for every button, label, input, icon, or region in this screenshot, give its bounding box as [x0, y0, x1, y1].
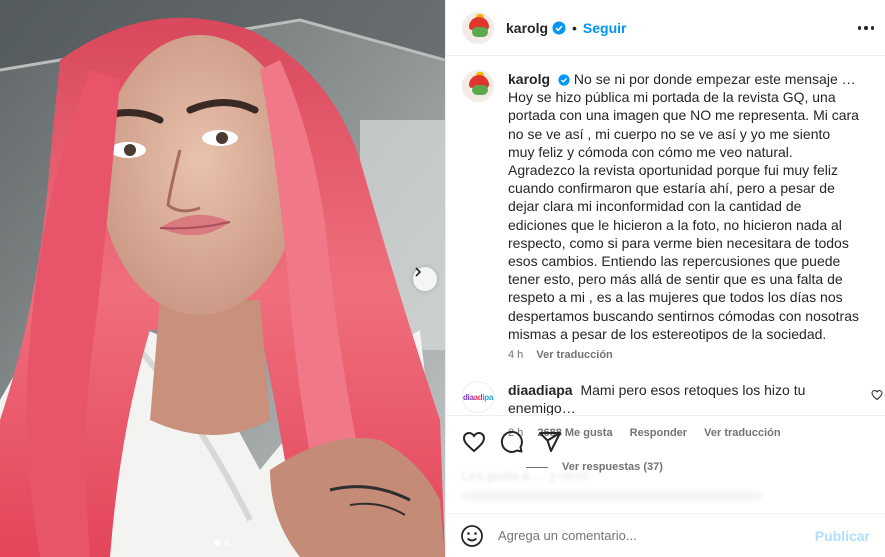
more-dot-icon	[857, 26, 862, 30]
emoji-icon[interactable]	[460, 524, 484, 548]
next-image-button[interactable]	[413, 267, 437, 291]
share-icon[interactable]	[538, 430, 562, 454]
author-avatar[interactable]	[462, 11, 494, 44]
timestamp-blurred	[462, 491, 762, 501]
comment-icon[interactable]	[500, 430, 524, 454]
comment-like-icon[interactable]	[871, 389, 883, 401]
avatar-logo-part: ipa	[482, 392, 494, 402]
comments-section: karolg No se ni por donde empezar este m…	[446, 56, 885, 473]
likes-summary-blurred: Les gusta a … y otros	[462, 468, 589, 483]
caption-meta: 4 h Ver traducción	[508, 349, 860, 361]
more-dot-icon	[870, 26, 875, 30]
carousel-dot-active	[214, 540, 220, 546]
caption-text: No se ni por donde empezar este mensaje …	[508, 71, 859, 342]
post-actions: Les gusta a … y otros	[446, 415, 885, 515]
post-header: karolg • Seguir	[446, 0, 885, 56]
avatar-logo-part: dia	[462, 392, 474, 402]
more-dot-icon	[864, 26, 868, 30]
caption-translate-button[interactable]: Ver traducción	[536, 349, 612, 361]
author-username[interactable]: karolg	[506, 20, 548, 36]
caption-username[interactable]: karolg	[508, 71, 550, 87]
header-separator: •	[572, 19, 577, 36]
more-options-button[interactable]	[855, 17, 877, 39]
avatar-logo-part: ad	[473, 392, 483, 402]
comment-text-block: diaadiapa Mami pero esos retoques los hi…	[508, 381, 848, 417]
verified-badge-icon	[552, 21, 566, 34]
post-photo[interactable]	[0, 0, 445, 557]
commenter-avatar[interactable]: dia ad ipa	[462, 381, 494, 414]
caption-text-block: karolg No se ni por donde empezar este m…	[508, 70, 860, 343]
carousel-indicator	[214, 540, 230, 546]
verified-badge-icon	[558, 74, 570, 86]
post-photo-illustration	[0, 0, 445, 557]
add-comment-bar: Publicar	[446, 513, 885, 557]
heart-icon[interactable]	[462, 430, 486, 454]
chevron-right-icon	[415, 267, 422, 277]
post-comment-button[interactable]: Publicar	[815, 528, 870, 544]
post-caption: karolg No se ni por donde empezar este m…	[462, 70, 869, 361]
commenter-username[interactable]: diaadiapa	[508, 382, 573, 398]
caption-avatar[interactable]	[462, 70, 494, 102]
caption-time: 4 h	[508, 349, 524, 362]
comment-input[interactable]	[498, 528, 815, 543]
post-side-panel: karolg • Seguir karolg No se ni por dond…	[445, 0, 885, 557]
follow-button[interactable]: Seguir	[583, 20, 627, 36]
carousel-dot	[224, 540, 230, 546]
